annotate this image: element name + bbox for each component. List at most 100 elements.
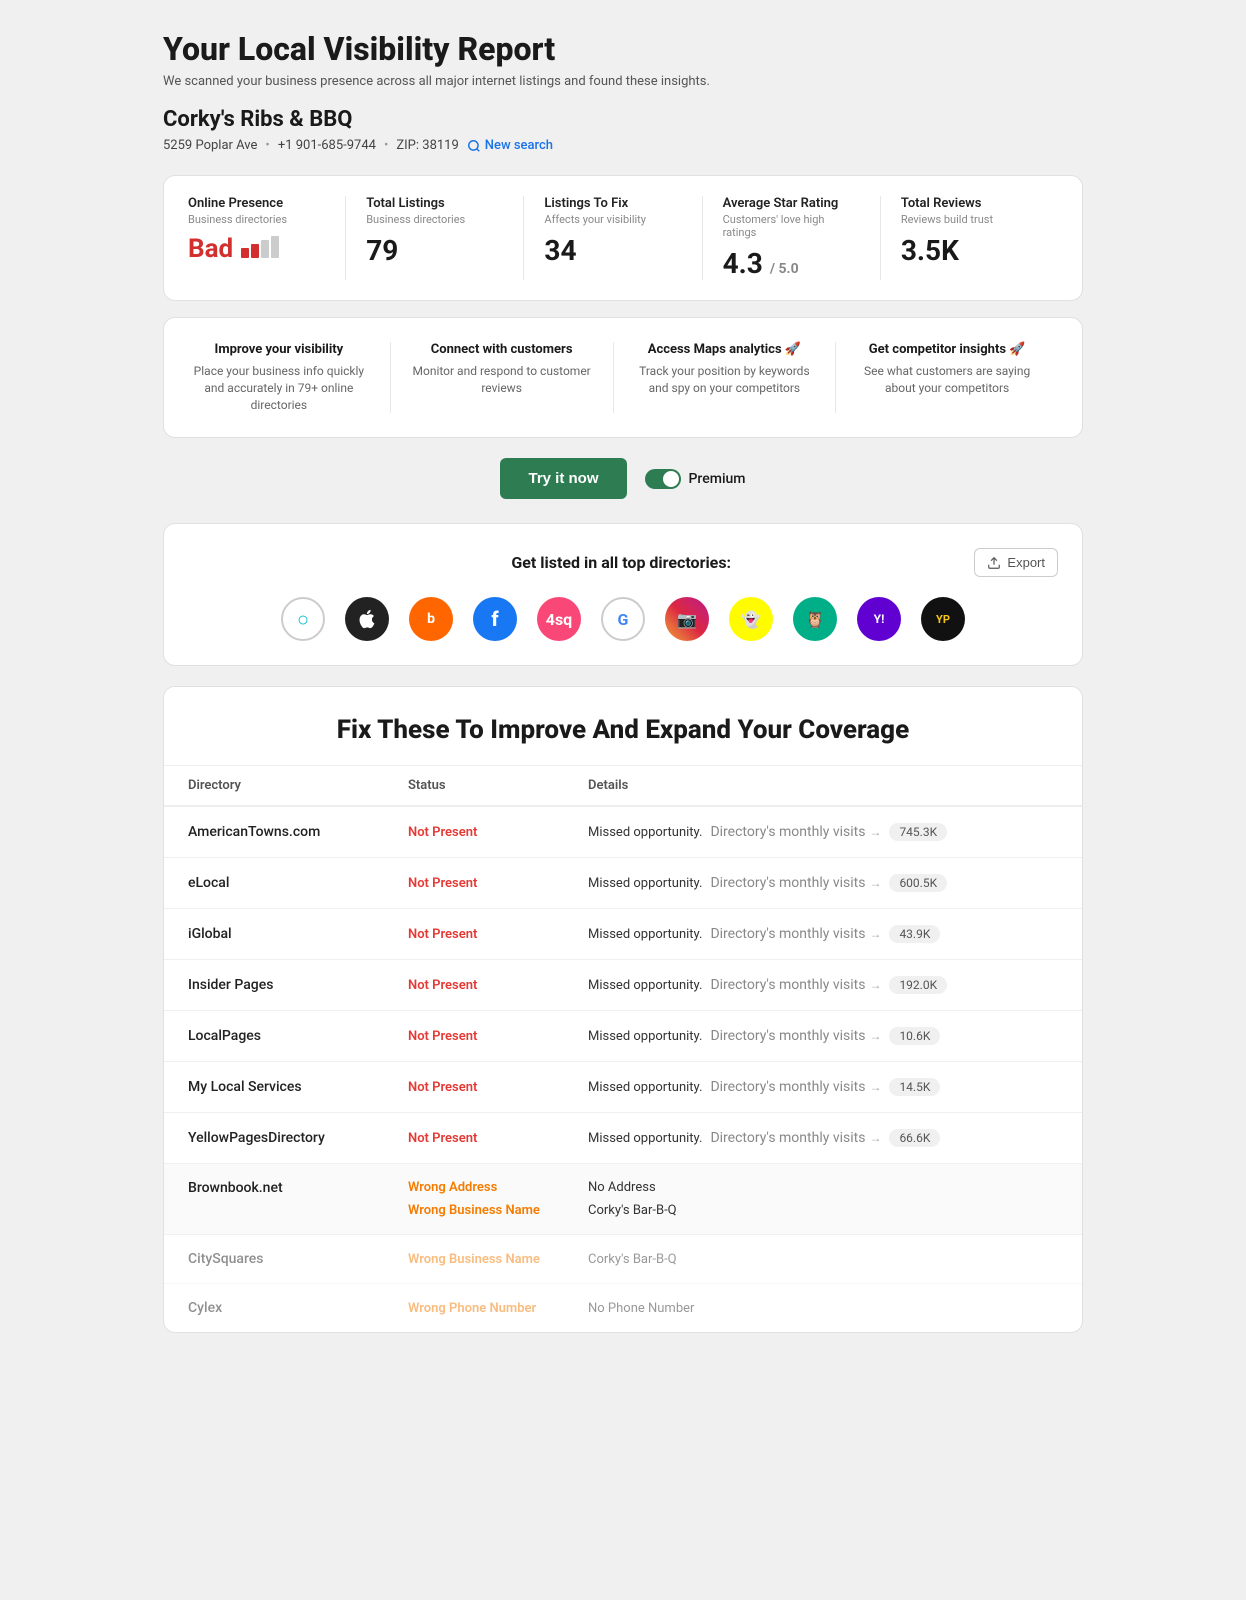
stat-sublabel-listings: Business directories <box>366 213 503 226</box>
bing-icon[interactable]: b <box>409 597 453 641</box>
arrow-icon: → <box>869 1080 881 1094</box>
visits-badge: 14.5K <box>889 1078 940 1096</box>
new-search-link[interactable]: New search <box>467 138 553 153</box>
table-row: My Local Services Not Present Missed opp… <box>164 1062 1082 1113</box>
signal-bars <box>241 236 279 258</box>
detail-cell: Missed opportunity. Directory's monthly … <box>588 823 1058 841</box>
yellowpages-icon[interactable]: YP <box>921 597 965 641</box>
export-label: Export <box>1007 555 1045 570</box>
apple-icon[interactable] <box>345 597 389 641</box>
detail-link: Directory's monthly visits <box>710 875 865 891</box>
detail-prefix: No Address <box>588 1180 1058 1195</box>
report-title: Your Local Visibility Report <box>163 30 1083 68</box>
stat-total-reviews: Total Reviews Reviews build trust 3.5K <box>881 196 1058 280</box>
stat-sublabel-rating: Customers' love high ratings <box>723 213 860 239</box>
feature-visibility: Improve your visibility Place your busin… <box>188 342 391 413</box>
feature-maps: Access Maps analytics 🚀 Track your posit… <box>614 342 837 413</box>
business-address: 5259 Poplar Ave <box>163 138 257 153</box>
detail-cell: Missed opportunity. Directory's monthly … <box>588 1027 1058 1045</box>
status-badge: Not Present <box>408 927 588 942</box>
foursquare-icon[interactable]: 4sq <box>537 597 581 641</box>
detail-cell: Missed opportunity. Directory's monthly … <box>588 976 1058 994</box>
feature-customers: Connect with customers Monitor and respo… <box>391 342 614 413</box>
detail-cell: Missed opportunity. Directory's monthly … <box>588 1078 1058 1096</box>
col-header-directory: Directory <box>188 778 408 793</box>
stat-sublabel-reviews: Reviews build trust <box>901 213 1038 226</box>
directories-header: Get listed in all top directories: Expor… <box>188 548 1058 577</box>
directories-title: Get listed in all top directories: <box>268 553 974 572</box>
alexa-icon[interactable]: ○ <box>281 597 325 641</box>
feature-title-customers: Connect with customers <box>411 342 593 357</box>
tripadvisor-icon[interactable]: 🦉 <box>793 597 837 641</box>
detail-extra: Corky's Bar-B-Q <box>588 1203 1058 1218</box>
detail-link: Directory's monthly visits <box>710 824 865 840</box>
visits-badge: 66.6K <box>889 1129 940 1147</box>
instagram-icon[interactable]: 📷 <box>665 597 709 641</box>
bar-3 <box>261 240 269 258</box>
feature-title-maps: Access Maps analytics 🚀 <box>634 342 816 357</box>
detail-cell: Missed opportunity. Directory's monthly … <box>588 874 1058 892</box>
fix-section: Fix These To Improve And Expand Your Cov… <box>163 686 1083 1333</box>
toggle-switch[interactable] <box>645 469 681 489</box>
business-meta: 5259 Poplar Ave • +1 901-685-9744 • ZIP:… <box>163 138 1083 153</box>
dir-name: CitySquares <box>188 1251 408 1267</box>
bad-text: Bad <box>188 234 233 264</box>
table-row: LocalPages Not Present Missed opportunit… <box>164 1011 1082 1062</box>
table-row: Insider Pages Not Present Missed opportu… <box>164 960 1082 1011</box>
snapchat-icon[interactable]: 👻 <box>729 597 773 641</box>
bar-1 <box>241 248 249 258</box>
stat-label-presence: Online Presence <box>188 196 325 211</box>
business-phone: +1 901-685-9744 <box>278 138 376 153</box>
feature-desc-competitor: See what customers are saying about your… <box>856 363 1038 397</box>
status-badge-extra: Wrong Business Name <box>408 1203 588 1218</box>
status-badge: Wrong Address <box>408 1180 588 1195</box>
visits-badge: 745.3K <box>889 823 947 841</box>
stat-sublabel-fix: Affects your visibility <box>544 213 681 226</box>
visits-badge: 10.6K <box>889 1027 940 1045</box>
table-header: Directory Status Details <box>164 766 1082 807</box>
dot-separator-2: • <box>384 138 388 153</box>
detail-prefix: Missed opportunity. <box>588 1080 702 1095</box>
stat-value-rating: 4.3 / 5.0 <box>723 247 860 280</box>
fix-header: Fix These To Improve And Expand Your Cov… <box>164 687 1082 766</box>
page-wrapper: Your Local Visibility Report We scanned … <box>143 0 1103 1363</box>
dir-name: eLocal <box>188 875 408 891</box>
bar-2 <box>251 244 259 258</box>
google-icon[interactable]: G <box>601 597 645 641</box>
cta-row: Try it now Premium <box>163 458 1083 499</box>
business-name: Corky's Ribs & BBQ <box>163 107 1083 132</box>
arrow-icon: → <box>869 1131 881 1145</box>
detail-prefix: Corky's Bar-B-Q <box>588 1252 1058 1267</box>
detail-cell: Missed opportunity. Directory's monthly … <box>588 1129 1058 1147</box>
stat-value-fix: 34 <box>544 234 681 267</box>
stat-total-listings: Total Listings Business directories 79 <box>346 196 524 280</box>
stat-label-rating: Average Star Rating <box>723 196 860 211</box>
dir-name: Insider Pages <box>188 977 408 993</box>
detail-prefix: Missed opportunity. <box>588 978 702 993</box>
table-row: YellowPagesDirectory Not Present Missed … <box>164 1113 1082 1164</box>
premium-toggle[interactable]: Premium <box>645 469 746 489</box>
table-row: Cylex Wrong Phone Number No Phone Number <box>164 1284 1082 1332</box>
visits-badge: 192.0K <box>889 976 947 994</box>
export-button[interactable]: Export <box>974 548 1058 577</box>
facebook-icon[interactable]: f <box>473 597 517 641</box>
status-badge: Not Present <box>408 978 588 993</box>
try-it-now-button[interactable]: Try it now <box>500 458 626 499</box>
rating-max: / 5.0 <box>770 261 799 277</box>
status-badge: Not Present <box>408 825 588 840</box>
detail-link: Directory's monthly visits <box>710 1028 865 1044</box>
dir-name: AmericanTowns.com <box>188 824 408 840</box>
feature-title-visibility: Improve your visibility <box>188 342 370 357</box>
detail-link: Directory's monthly visits <box>710 1079 865 1095</box>
arrow-icon: → <box>869 876 881 890</box>
stat-online-presence: Online Presence Business directories Bad <box>188 196 346 280</box>
status-badge: Not Present <box>408 1131 588 1146</box>
stat-label-listings: Total Listings <box>366 196 503 211</box>
dir-name: Brownbook.net <box>188 1180 408 1196</box>
dir-name: My Local Services <box>188 1079 408 1095</box>
detail-cell: Missed opportunity. Directory's monthly … <box>588 925 1058 943</box>
dir-name: LocalPages <box>188 1028 408 1044</box>
yahoo-icon[interactable]: Y! <box>857 597 901 641</box>
table-container: Directory Status Details AmericanTowns.c… <box>164 766 1082 1332</box>
feature-desc-visibility: Place your business info quickly and acc… <box>188 363 370 413</box>
